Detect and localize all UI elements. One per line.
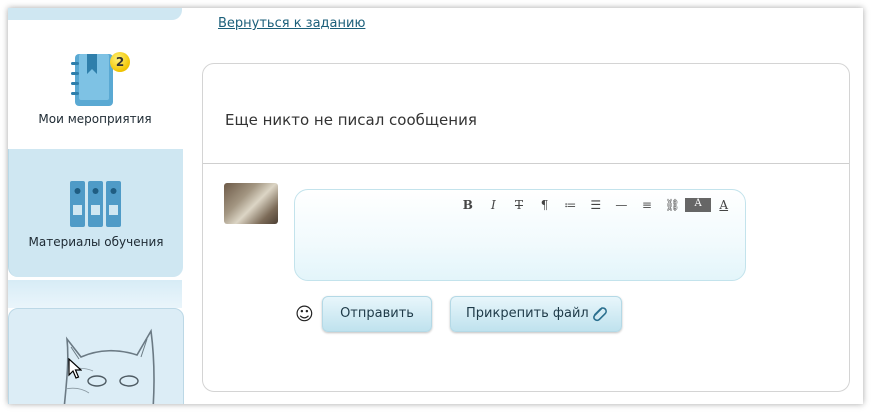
bullet-list-button[interactable]: ☰	[583, 198, 609, 212]
italic-button[interactable]: I	[481, 198, 507, 212]
sidebar-item-learning-materials[interactable]: Материалы обучения	[8, 149, 183, 277]
emoji-smiley-icon[interactable]: ☺	[295, 304, 314, 325]
empty-messages-text: Еще никто не писал сообщения	[225, 111, 477, 129]
text-color-button[interactable]: A	[711, 198, 737, 212]
back-to-task-link[interactable]: Вернуться к заданию	[218, 16, 365, 31]
editor-toolbar: B I T ¶ ≔ ☰ — ≡ ⛓ A A	[455, 198, 737, 212]
avatar	[224, 183, 278, 224]
app-frame: 2 Мои мероприятия Материалы обучения Вер…	[8, 8, 863, 404]
attach-file-button[interactable]: Прикрепить файл	[450, 296, 622, 332]
sidebar-top-stub	[8, 8, 182, 20]
attach-file-label: Прикрепить файл	[466, 306, 589, 321]
message-editor[interactable]: B I T ¶ ≔ ☰ — ≡ ⛓ A A	[294, 189, 746, 281]
binders-icon	[70, 181, 121, 227]
strikethrough-button[interactable]: T	[506, 198, 532, 212]
bold-button[interactable]: B	[455, 198, 481, 212]
mouse-cursor-icon	[68, 358, 82, 379]
sidebar-item-label: Материалы обучения	[28, 235, 164, 249]
background-color-button[interactable]: A	[685, 198, 711, 212]
sidebar: 2 Мои мероприятия Материалы обучения	[8, 8, 184, 404]
cat-sketch-image	[63, 328, 155, 404]
send-button[interactable]: Отправить	[322, 296, 432, 332]
sidebar-tile-cat[interactable]	[8, 308, 184, 404]
message-panel: Еще никто не писал сообщения B I T ¶ ≔ ☰…	[202, 63, 850, 392]
paragraph-button[interactable]: ¶	[532, 198, 558, 212]
link-button[interactable]: ⛓	[660, 198, 686, 212]
notification-badge: 2	[110, 52, 130, 72]
paperclip-icon	[593, 307, 607, 322]
panel-divider	[203, 163, 849, 164]
horizontal-rule-button[interactable]: —	[609, 198, 635, 212]
sidebar-sky-strip	[8, 280, 182, 308]
sidebar-item-my-events[interactable]: 2 Мои мероприятия	[8, 20, 182, 148]
numbered-list-button[interactable]: ≔	[557, 198, 583, 212]
align-button[interactable]: ≡	[634, 198, 660, 212]
sidebar-item-label: Мои мероприятия	[38, 112, 152, 126]
